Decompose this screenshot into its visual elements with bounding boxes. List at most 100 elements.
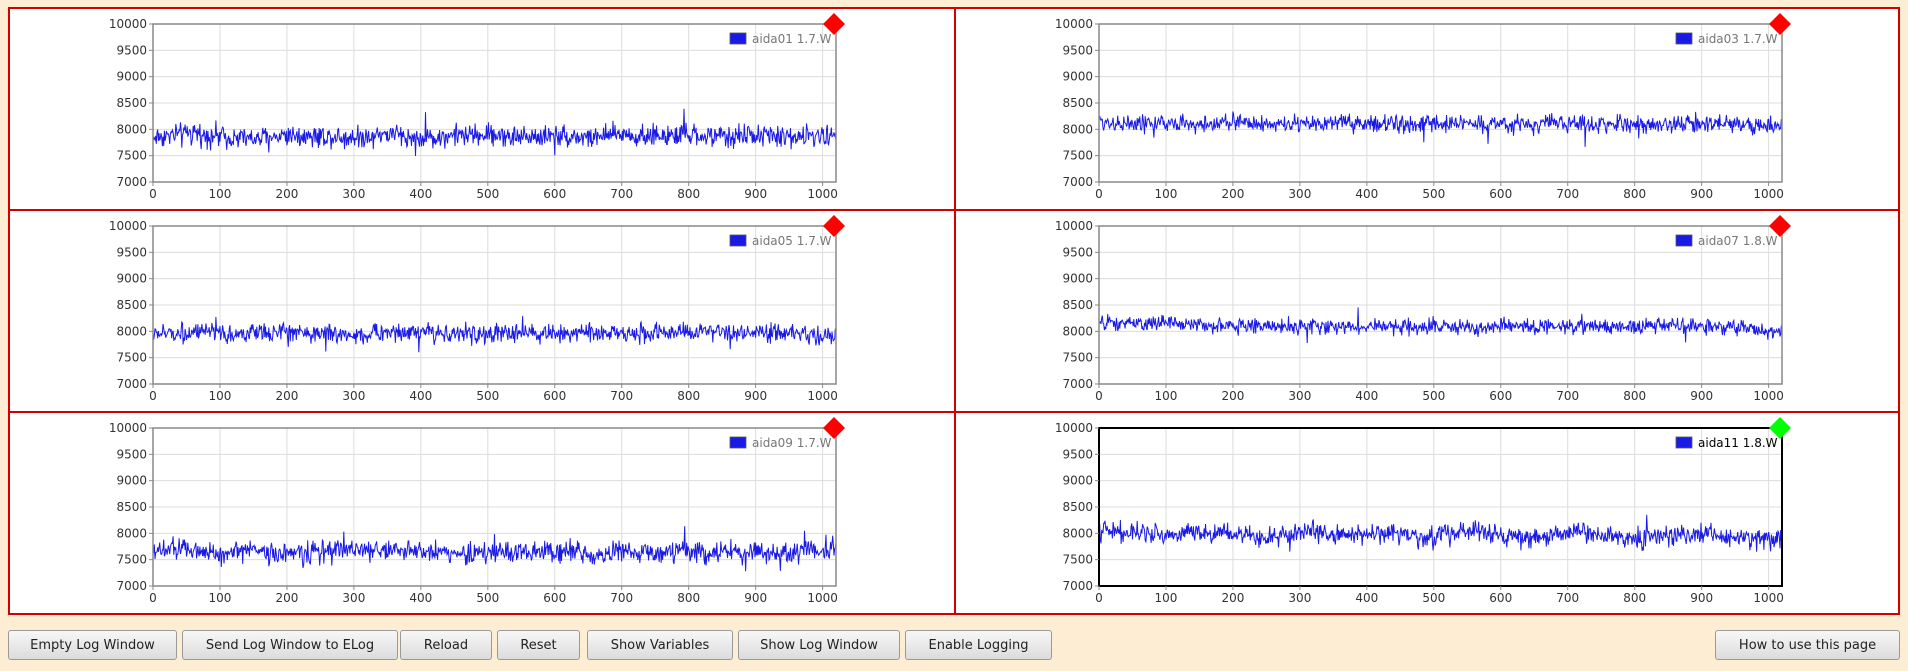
y-tick-label: 8500 (1062, 96, 1093, 110)
x-tick-label: 800 (1623, 389, 1646, 403)
x-tick-label: 0 (149, 187, 157, 201)
y-tick-label: 9500 (1062, 43, 1093, 57)
y-tick-label: 8000 (116, 324, 147, 338)
empty-log-window-button[interactable]: Empty Log Window (8, 630, 177, 660)
x-tick-label: 600 (1489, 187, 1512, 201)
x-tick-label: 1000 (1753, 389, 1784, 403)
x-tick-label: 700 (1556, 591, 1579, 605)
x-tick-label: 1000 (807, 187, 838, 201)
x-tick-label: 600 (543, 187, 566, 201)
enable-logging-button[interactable]: Enable Logging (905, 630, 1052, 660)
x-tick-label: 400 (409, 591, 432, 605)
y-tick-label: 7500 (1062, 351, 1093, 365)
x-tick-label: 500 (1422, 591, 1445, 605)
y-tick-label: 7500 (116, 553, 147, 567)
reset-button[interactable]: Reset (497, 630, 580, 660)
show-variables-button[interactable]: Show Variables (587, 630, 733, 660)
x-tick-label: 100 (209, 187, 232, 201)
y-tick-label: 9000 (1062, 474, 1093, 488)
y-tick-label: 7500 (116, 351, 147, 365)
x-tick-label: 900 (1690, 187, 1713, 201)
x-tick-label: 200 (275, 591, 298, 605)
y-tick-label: 8000 (1062, 526, 1093, 540)
x-tick-label: 400 (1355, 591, 1378, 605)
y-tick-label: 8500 (116, 500, 147, 514)
legend-swatch (729, 436, 747, 449)
chart-svg: 0 100 200 300 400 500 600 700 800 900 1000 10000 950… (1055, 13, 1791, 201)
x-tick-label: 800 (677, 187, 700, 201)
x-tick-label: 500 (476, 389, 499, 403)
legend-label: aida05 1.7.W (752, 234, 832, 248)
y-tick-label: 8500 (116, 298, 147, 312)
x-tick-label: 200 (1221, 591, 1244, 605)
x-tick-label: 100 (1155, 389, 1178, 403)
y-tick-label: 9500 (1062, 447, 1093, 461)
y-tick-label: 8000 (1062, 122, 1093, 136)
chart-svg: 0 100 200 300 400 500 600 700 800 900 1000 10000 950… (1055, 417, 1791, 605)
legend-label: aida07 1.8.W (1698, 234, 1778, 248)
legend-label: aida03 1.7.W (1698, 32, 1778, 46)
y-tick-label: 10000 (1055, 17, 1093, 31)
y-tick-label: 8500 (1062, 500, 1093, 514)
x-tick-label: 800 (677, 389, 700, 403)
x-tick-label: 900 (1690, 389, 1713, 403)
x-tick-label: 0 (1095, 591, 1103, 605)
y-tick-label: 7500 (1062, 553, 1093, 567)
x-tick-label: 1000 (807, 389, 838, 403)
chart-panel-1[interactable]: 0 100 200 300 400 500 600 700 800 900 1000 10000 950… (8, 7, 956, 211)
chart-svg: 0 100 200 300 400 500 600 700 800 900 1000 10000 950… (109, 417, 845, 605)
how-to-use-this-page-button[interactable]: How to use this page (1715, 630, 1900, 660)
x-tick-label: 100 (1155, 187, 1178, 201)
send-log-to-elog-button[interactable]: Send Log Window to ELog (182, 630, 398, 660)
legend: aida09 1.7.W (729, 436, 832, 450)
legend-label: aida11 1.8.W (1698, 436, 1778, 450)
y-tick-label: 9500 (116, 245, 147, 259)
x-tick-label: 400 (409, 389, 432, 403)
chart-svg: 0 100 200 300 400 500 600 700 800 900 1000 10000 950… (109, 215, 845, 403)
x-tick-label: 300 (1288, 591, 1311, 605)
legend: aida03 1.7.W (1675, 32, 1778, 46)
y-tick-label: 8000 (116, 122, 147, 136)
x-tick-label: 900 (744, 187, 767, 201)
x-tick-label: 100 (1155, 591, 1178, 605)
y-tick-label: 8000 (116, 526, 147, 540)
show-log-window-button[interactable]: Show Log Window (738, 630, 900, 660)
legend-label: aida01 1.7.W (752, 32, 832, 46)
toolbar: Empty Log Window Send Log Window to ELog… (0, 622, 1908, 662)
chart-panel-6[interactable]: 0 100 200 300 400 500 600 700 800 900 1000 10000 950… (954, 411, 1900, 615)
reload-button[interactable]: Reload (400, 630, 492, 660)
series-line (152, 108, 837, 157)
x-tick-label: 900 (744, 389, 767, 403)
chart-svg: 0 100 200 300 400 500 600 700 800 900 1000 10000 950… (1055, 215, 1791, 403)
x-tick-label: 900 (744, 591, 767, 605)
x-tick-label: 200 (1221, 187, 1244, 201)
legend-swatch (729, 32, 747, 45)
x-tick-label: 700 (1556, 187, 1579, 201)
chart-panel-2[interactable]: 0 100 200 300 400 500 600 700 800 900 1000 10000 950… (954, 7, 1900, 211)
legend-label: aida09 1.7.W (752, 436, 832, 450)
x-tick-label: 700 (610, 389, 633, 403)
x-tick-label: 0 (149, 389, 157, 403)
y-tick-label: 7500 (1062, 149, 1093, 163)
chart-panel-3[interactable]: 0 100 200 300 400 500 600 700 800 900 1000 10000 950… (8, 209, 956, 413)
y-tick-label: 9000 (116, 70, 147, 84)
panel-grid: 0 100 200 300 400 500 600 700 800 900 1000 10000 950… (8, 7, 1900, 615)
legend: aida07 1.8.W (1675, 234, 1778, 248)
x-tick-label: 700 (610, 187, 633, 201)
legend-swatch (729, 234, 747, 247)
legend-swatch (1675, 436, 1693, 449)
y-tick-label: 7000 (1062, 175, 1093, 189)
x-tick-label: 400 (1355, 187, 1378, 201)
y-tick-label: 10000 (109, 421, 147, 435)
chart-panel-5[interactable]: 0 100 200 300 400 500 600 700 800 900 1000 10000 950… (8, 411, 956, 615)
y-tick-label: 9000 (1062, 70, 1093, 84)
x-tick-label: 500 (476, 187, 499, 201)
x-tick-label: 200 (1221, 389, 1244, 403)
x-tick-label: 500 (476, 591, 499, 605)
legend: aida05 1.7.W (729, 234, 832, 248)
x-tick-label: 600 (1489, 591, 1512, 605)
chart-panel-4[interactable]: 0 100 200 300 400 500 600 700 800 900 1000 10000 950… (954, 209, 1900, 413)
y-tick-label: 10000 (1055, 421, 1093, 435)
x-tick-label: 800 (1623, 187, 1646, 201)
series-line (152, 316, 837, 353)
